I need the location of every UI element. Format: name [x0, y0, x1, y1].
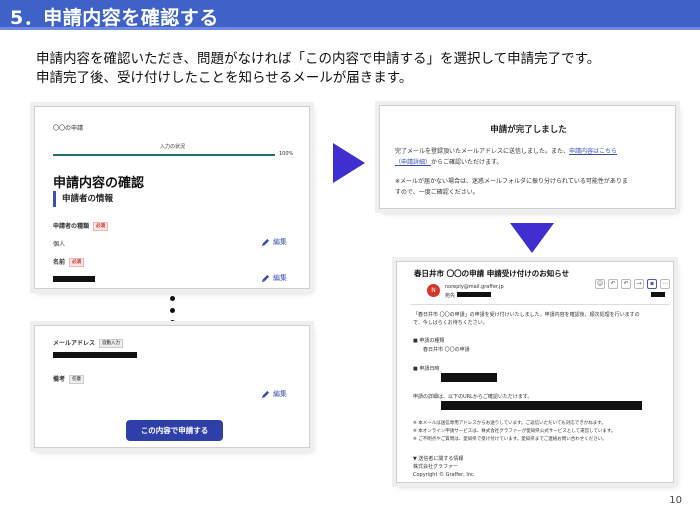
redacted-application-date [441, 373, 497, 382]
field-note-label: 備考 [53, 376, 66, 383]
divider [411, 304, 669, 305]
item-type-label: ■ 申請の種類 [413, 338, 445, 344]
field-applicant-type-label: 申請者の種類 [53, 223, 90, 230]
sender-avatar: N [427, 284, 440, 297]
email-panel: 春日井市 〇〇の申請 申請受け付けのお知らせ N noreply@mail.gr… [396, 261, 674, 483]
required-tag: 必須 [69, 258, 85, 267]
edit-label: 編集 [273, 238, 287, 246]
edit-label: 編集 [273, 274, 287, 282]
emoji-icon[interactable]: ☺ [595, 279, 605, 289]
email-note-1: ※ 本メールは送信専用アドレスからお送りしています。ご返信いただいても対応できか… [413, 421, 606, 426]
field-email: メールアドレス 自動入力 [53, 338, 124, 348]
completion-text-1: 完了メールを登録頂いたメールアドレスに送信しました。また、申請内容はこちら （申請… [395, 146, 665, 168]
edit-label: 編集 [273, 390, 287, 398]
intro-line-1: 申請内容を確認いただき、問題がなければ「この内容で申請する」を選択して申請完了で… [36, 51, 601, 67]
more-icon[interactable]: ⋯ [660, 279, 670, 289]
email-footer-1: ▼ 送信者に関する情報 [413, 456, 464, 462]
item-type-value: 春日井市 〇〇の申請 [423, 347, 470, 353]
confirm-form-bottom-panel: メールアドレス 自動入力 備考 任意 編集 この内容で申請する [34, 325, 310, 448]
arrow-right-icon [333, 143, 365, 183]
progress-value: 100% [279, 151, 294, 157]
slide-header: 5．申請内容を確認する [0, 0, 700, 30]
completion-text-1a: 完了メールを登録頂いたメールアドレスに送信しました。また、 [395, 148, 570, 155]
link-text-2: （申請詳細） [395, 159, 432, 166]
detail-text: 申請の詳細は、以下のURLからご確認いただけます。 [413, 394, 533, 400]
completion-title: 申請が完了しました [490, 125, 567, 135]
to-label: 宛先 [445, 293, 456, 299]
reply-all-icon[interactable]: ↶ [621, 279, 631, 289]
ellipsis-dot [170, 308, 175, 313]
teams-icon[interactable]: ▪ [647, 279, 657, 289]
redacted-recipient [457, 292, 491, 297]
field-applicant-type: 申請者の種類 必須 [53, 221, 109, 231]
field-name-label: 名前 [53, 259, 66, 266]
pencil-icon [261, 390, 270, 398]
arrow-down-icon [510, 223, 554, 253]
reply-icon[interactable]: ↶ [608, 279, 618, 289]
completion-text-2: ※メールが届かない場合は、迷惑メールフォルダに振り分けられている可能性があります… [395, 176, 667, 198]
redacted-email [53, 352, 137, 358]
auto-tag: 自動入力 [99, 339, 124, 348]
email-footer-3: Copyright © Graffer, Inc. [413, 472, 476, 478]
ellipsis-dot [170, 296, 175, 301]
forward-icon[interactable]: → [634, 279, 644, 289]
email-footer-2: 株式会社グラファー [413, 464, 459, 470]
progress-bar [53, 154, 275, 156]
pencil-icon [261, 274, 270, 282]
page-number: 10 [669, 495, 682, 506]
intro-line-2: 申請完了後、受け付けしたことを知らせるメールが届きます。 [36, 70, 413, 86]
section-heading: 申請者の情報 [53, 191, 113, 207]
email-note-3: ※ ご不明点やご質問は、愛知県で受け付けています。愛知県までご連絡お問い合わせく… [413, 437, 607, 442]
field-name: 名前 必須 [53, 257, 85, 267]
completion-text-2b: すので、一度ご確認ください。 [395, 189, 479, 196]
required-tag: 必須 [93, 222, 109, 231]
email-body-1: 「春日井市 〇〇の申請」の申請を受け付けいたしました。申請内容を確認後、順次処理… [413, 312, 640, 318]
edit-link[interactable]: 編集 [261, 237, 287, 247]
sender-address: noreply@mail.graffer.jp [445, 284, 504, 290]
field-email-label: メールアドレス [53, 340, 96, 347]
email-subject: 春日井市 〇〇の申請 申請受け付けのお知らせ [414, 269, 570, 278]
submit-button[interactable]: この内容で申請する [126, 420, 223, 441]
progress-label: 入力の状況 [160, 144, 186, 150]
optional-tag: 任意 [69, 375, 85, 384]
redacted-date [651, 292, 665, 297]
email-body-1b: で、今しばらくお待ちください。 [413, 320, 488, 326]
field-note: 備考 任意 [53, 374, 85, 384]
confirm-heading: 申請内容の確認 [53, 176, 145, 191]
confirm-form-panel: 〇〇の申請 入力の状況 100% 申請内容の確認 申請者の情報 申請者の種類 必須… [34, 106, 310, 289]
field-applicant-type-value: 個人 [53, 241, 66, 248]
item-date-label: ■ 申請日時 [413, 366, 440, 372]
completion-panel: 申請が完了しました 完了メールを登録頂いたメールアドレスに送信しました。また、申… [379, 105, 676, 209]
edit-link[interactable]: 編集 [261, 273, 287, 283]
link-text: 申請内容はこちら [569, 148, 618, 155]
completion-text-1b: からご確認いただけます。 [431, 159, 503, 166]
pencil-icon [261, 238, 270, 246]
slide-title: 5．申請内容を確認する [10, 7, 219, 29]
intro-text: 申請内容を確認いただき、問題がなければ「この内容で申請する」を選択して申請完了で… [36, 50, 686, 88]
completion-text-2a: ※メールが届かない場合は、迷惑メールフォルダに振り分けられている可能性がありま [395, 178, 628, 185]
email-note-2: ※ 本オンライン申請サービスは、株式会社グラファーが愛知県公式サービスとして運営… [413, 429, 616, 434]
redacted-url [441, 401, 642, 410]
redacted-name [53, 276, 95, 282]
edit-link[interactable]: 編集 [261, 389, 287, 399]
app-name: 〇〇の申請 [53, 125, 84, 132]
